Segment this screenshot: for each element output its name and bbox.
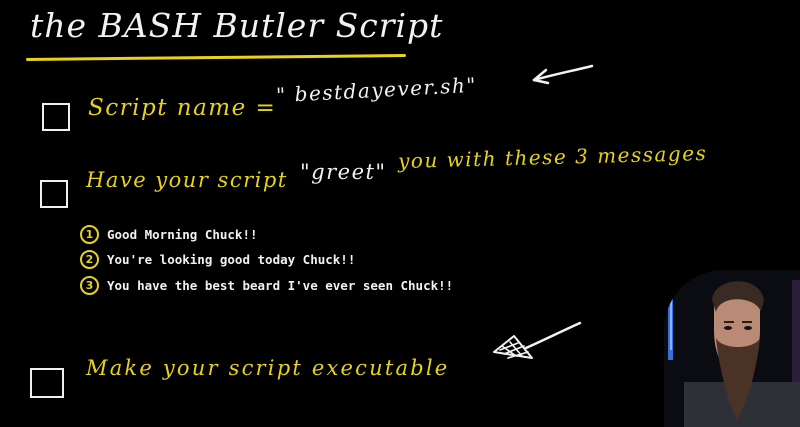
arrow-scribble-icon xyxy=(493,321,582,359)
message-text-2: You're looking good today Chuck!! xyxy=(107,252,356,267)
task-checkbox-greet[interactable] xyxy=(40,180,68,208)
script-name-value: " bestdayever.sh" xyxy=(275,72,478,108)
greet-keyword: "greet" xyxy=(300,160,387,184)
arrow-icon xyxy=(532,64,594,85)
message-item-2: 2 You're looking good today Chuck!! xyxy=(80,250,355,269)
title-underline xyxy=(25,54,407,61)
number-3-badge: 3 xyxy=(80,276,99,295)
presenter-webcam xyxy=(664,270,800,427)
message-item-3: 3 You have the best beard I've ever seen… xyxy=(80,276,453,295)
task-label-executable: Make your script executable xyxy=(86,356,450,380)
message-text-1: Good Morning Chuck!! xyxy=(107,227,258,242)
task-suffix-greet: you with these 3 messages xyxy=(397,140,708,174)
task-checkbox-executable[interactable] xyxy=(30,368,64,398)
task-label-script-name: Script name = xyxy=(88,95,277,121)
message-text-3: You have the best beard I've ever seen C… xyxy=(107,278,454,293)
number-1-badge: 1 xyxy=(80,225,99,244)
message-item-1: 1 Good Morning Chuck!! xyxy=(80,225,258,244)
page-title: the BASH Butler Script xyxy=(30,6,444,45)
presenter-figure xyxy=(664,270,800,427)
task-label-greet: Have your script xyxy=(86,168,288,192)
number-2-badge: 2 xyxy=(80,250,99,269)
task-checkbox-script-name[interactable] xyxy=(42,103,70,131)
